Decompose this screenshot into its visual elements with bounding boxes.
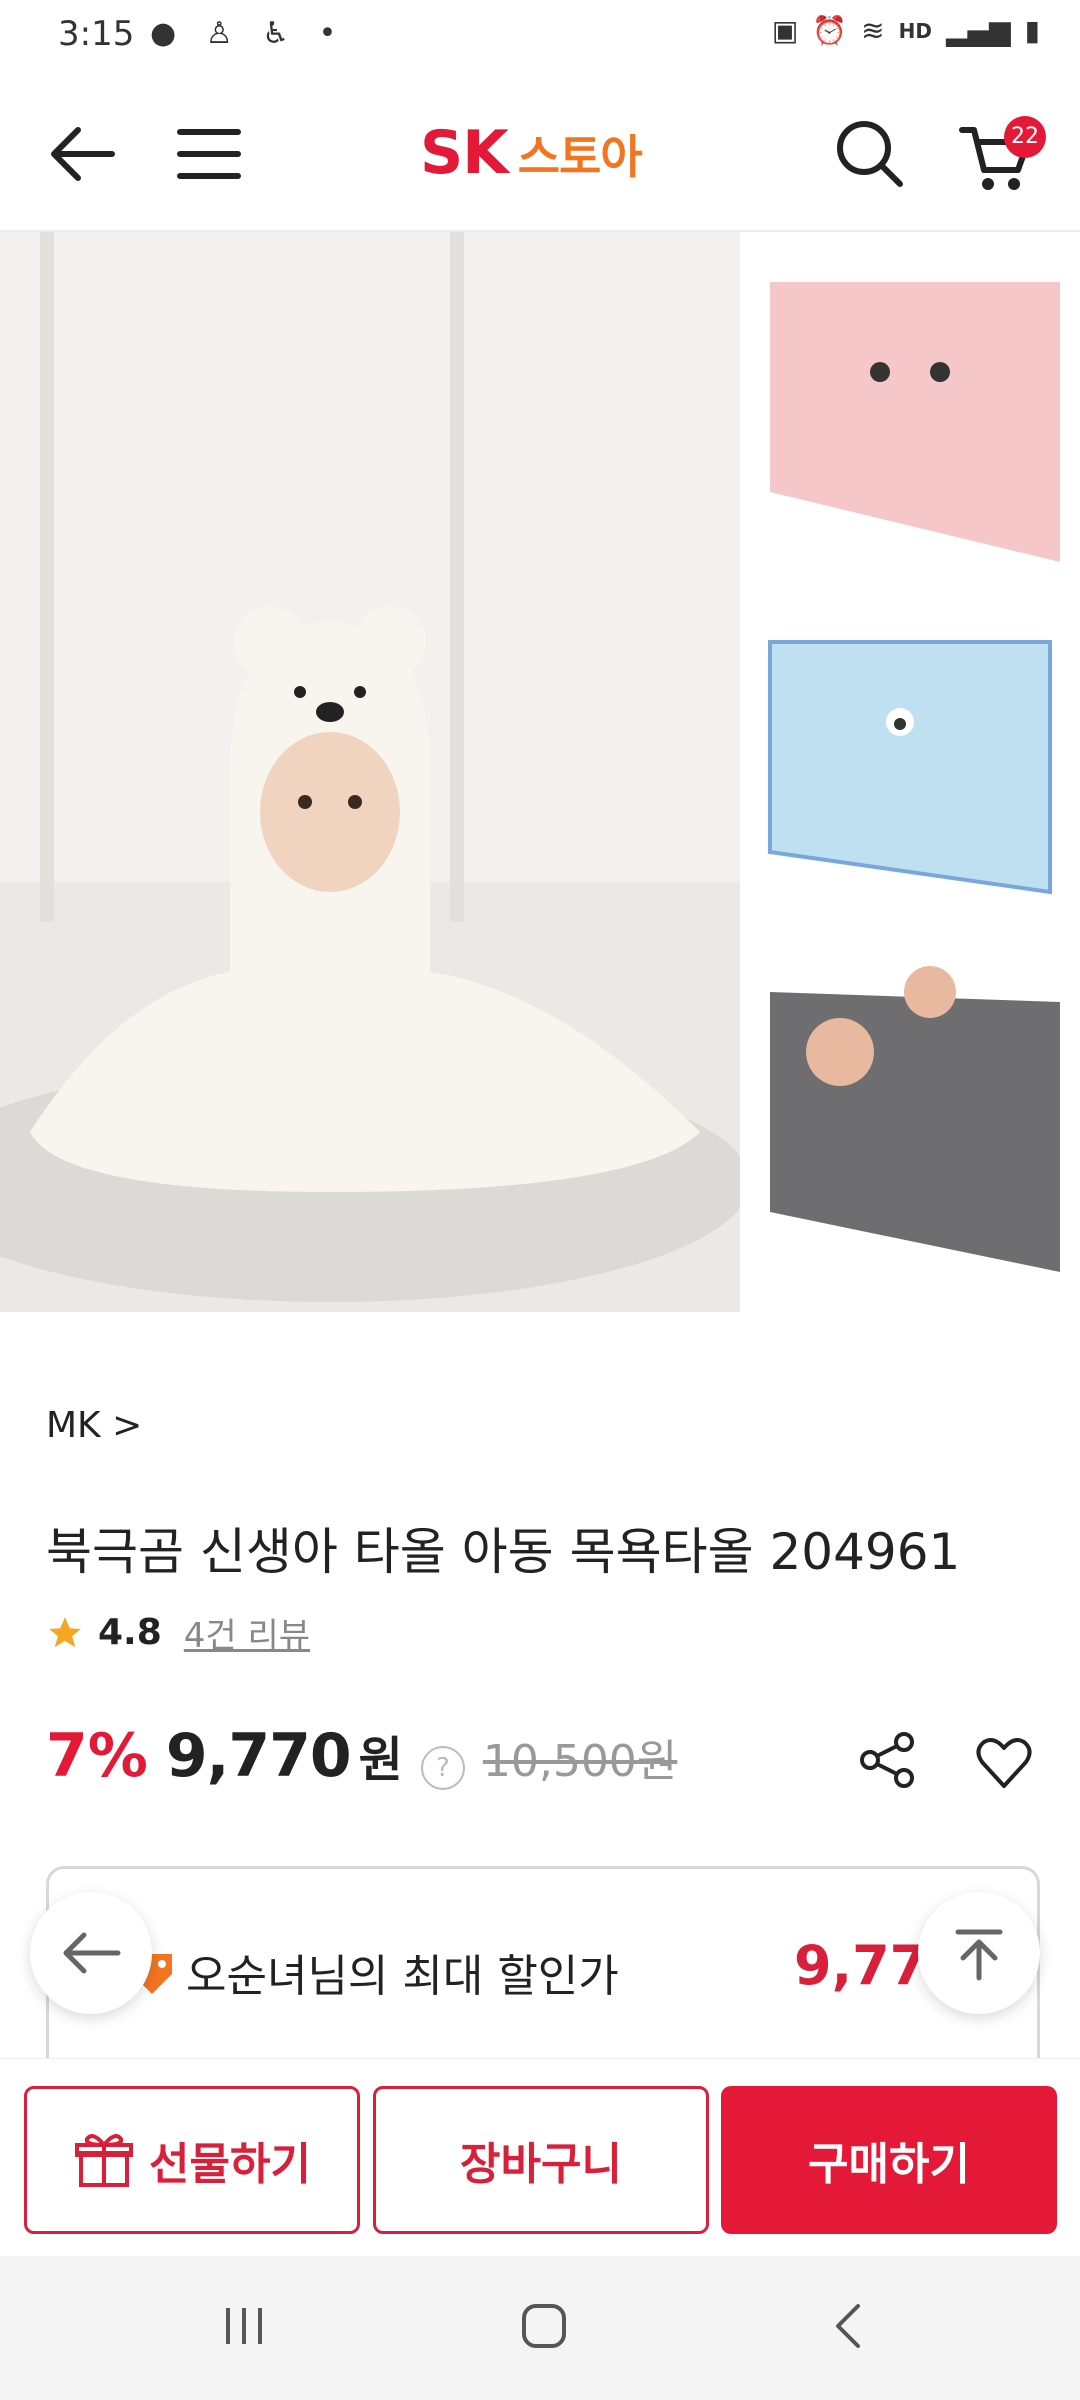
back-icon[interactable] <box>44 114 124 194</box>
chevron-right-icon: > <box>112 1405 143 1446</box>
system-nav-bar <box>0 2256 1080 2400</box>
notification-icons: ● ♙ ♿ • <box>150 16 346 51</box>
brand-name: MK <box>46 1405 101 1446</box>
review-link[interactable]: 4건 리뷰 <box>184 1608 310 1657</box>
share-icon[interactable] <box>856 1728 920 1792</box>
home-icon[interactable] <box>514 2296 574 2356</box>
rating: 4.8 4건 리뷰 <box>46 1608 310 1657</box>
system-icons: ▣ ⏰ ≋ HD ▂▄▆ ▮ <box>772 14 1040 47</box>
gift-button-label: 선물하기 <box>149 2139 311 2190</box>
menu-icon[interactable] <box>170 114 250 194</box>
brand-link[interactable]: MK > <box>46 1405 142 1446</box>
chat-icon: ● <box>150 16 187 51</box>
search-icon[interactable] <box>830 114 910 194</box>
arrow-left-icon <box>63 1932 121 1974</box>
price-help-icon[interactable]: ? <box>420 1746 465 1790</box>
accessibility-icon: ♿ <box>262 16 300 51</box>
scroll-top-icon <box>955 1929 1003 1981</box>
battery-saver-icon: ▣ <box>771 14 799 47</box>
recent-apps-icon[interactable] <box>214 2296 274 2356</box>
star-icon <box>49 1616 81 1647</box>
back-nav-icon[interactable] <box>820 2296 880 2356</box>
logo[interactable]: SK 스토아 <box>420 118 643 188</box>
max-discount-label: 오순녀님의 최대 할인가 <box>186 1951 619 2002</box>
original-price: 10,500원 <box>482 1736 678 1787</box>
price-row: 7% 9,770 원 ? 10,500원 <box>46 1720 677 1791</box>
add-to-cart-button[interactable]: 장바구니 <box>373 2086 709 2234</box>
hd-voice-label: HD <box>898 18 932 43</box>
battery-icon: ▮ <box>1024 14 1040 47</box>
floating-back-button[interactable] <box>30 1892 152 2014</box>
product-photo <box>0 232 1080 1312</box>
scroll-top-button[interactable] <box>918 1892 1040 2014</box>
heart-icon[interactable] <box>972 1730 1036 1794</box>
product-image[interactable] <box>0 232 1080 1312</box>
gift-icon <box>75 2134 134 2187</box>
status-bar: 3:15 ● ♙ ♿ • ▣ ⏰ ≋ HD ▂▄▆ ▮ <box>0 0 1080 78</box>
logo-store: 스토아 <box>517 130 643 184</box>
buy-now-label: 구매하기 <box>808 2139 970 2190</box>
rating-score: 4.8 <box>98 1612 162 1653</box>
currency-unit: 원 <box>358 1732 403 1788</box>
product-title: 북극곰 신생아 타올 아동 목욕타올 204961 <box>46 1523 961 1581</box>
sale-price: 9,770 <box>165 1721 352 1791</box>
gift-button[interactable]: 선물하기 <box>24 2086 360 2234</box>
signal-icon: ▂▄▆ <box>945 14 1011 47</box>
buy-now-button[interactable]: 구매하기 <box>721 2086 1057 2234</box>
dot-icon: • <box>318 16 347 51</box>
cart-count-badge: 22 <box>1004 116 1046 158</box>
walk-icon: ♙ <box>205 16 243 51</box>
wifi-icon: ≋ <box>861 14 885 47</box>
discount-rate: 7% <box>46 1721 148 1791</box>
alarm-icon: ⏰ <box>812 14 848 47</box>
logo-sk: SK <box>420 118 509 188</box>
status-time: 3:15 <box>58 14 135 54</box>
add-to-cart-label: 장바구니 <box>460 2139 622 2190</box>
